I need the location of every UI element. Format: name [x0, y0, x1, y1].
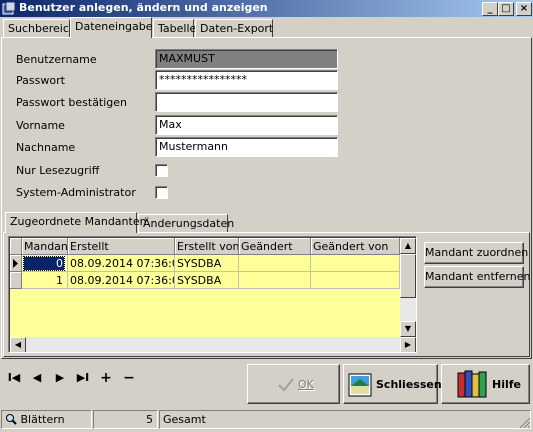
horizontal-scrollbar[interactable]: ◀ ▶ [10, 337, 416, 352]
table-cell-erstellt[interactable]: 08.09.2014 07:36:09 [68, 272, 175, 289]
grid-empty-area [10, 289, 400, 337]
tab-daten-export[interactable]: Daten-Export [195, 19, 273, 38]
table-cell-geaendert-von[interactable] [311, 255, 400, 272]
tab-aenderungsdaten[interactable]: Änderungsdaten [138, 214, 234, 233]
firstname-field[interactable]: Max [155, 115, 338, 135]
username-field: MAXMUST [155, 49, 338, 69]
status-mode-text: Blättern [20, 413, 65, 426]
scrollbar-thumb[interactable] [400, 254, 416, 298]
nav-last-button[interactable]: ▶I [73, 369, 93, 387]
window-title: Benutzer anlegen, ändern und anzeigen [19, 1, 268, 14]
selected-cell-value: 0 [23, 256, 65, 271]
scroll-left-button[interactable]: ◀ [10, 337, 26, 352]
lastname-label: Nachname [16, 141, 76, 154]
tab-tabelle[interactable]: Tabelle [153, 19, 197, 38]
admin-label: System-Administrator [16, 186, 136, 199]
close-label: Schliessen [376, 378, 442, 391]
tab-label: Zugeordnete Mandanten [10, 215, 147, 228]
table-cell-geaendert[interactable] [239, 255, 311, 272]
column-header-erstellt-von[interactable]: Erstellt von [175, 238, 239, 255]
minimize-button[interactable]: _ [482, 2, 498, 16]
password-confirm-field[interactable] [155, 92, 338, 112]
tab-zugeordnete-mandanten[interactable]: Zugeordnete Mandanten [5, 212, 147, 233]
magnifier-icon [6, 414, 17, 425]
scroll-up-button[interactable]: ▲ [400, 238, 416, 254]
exit-door-icon [348, 373, 372, 397]
row-indicator[interactable] [10, 255, 22, 272]
table-cell-mandant[interactable]: 0 [22, 255, 68, 272]
column-header-geaendert[interactable]: Geändert [239, 238, 311, 255]
lastname-field[interactable]: Mustermann [155, 137, 338, 157]
maximize-button[interactable]: □ [498, 2, 514, 16]
vertical-scrollbar[interactable]: ▲ ▼ [400, 238, 416, 337]
tab-label: Änderungsdaten [143, 217, 235, 230]
app-icon [2, 1, 16, 15]
table-cell-erstellt-von[interactable]: SYSDBA [175, 272, 239, 289]
ok-button[interactable]: OK [247, 364, 340, 404]
readonly-label: Nur Lesezugriff [16, 164, 100, 177]
resize-grip-icon[interactable] [519, 417, 531, 429]
nav-delete-button[interactable]: − [119, 369, 139, 387]
nav-next-button[interactable]: ▶ [50, 369, 70, 387]
mandant-grid[interactable]: Mandant Erstellt Erstellt von Geändert G… [8, 236, 417, 353]
tab-label: Tabelle [158, 22, 197, 35]
close-button[interactable]: Schliessen [343, 364, 442, 404]
assign-mandant-button[interactable]: Mandant zuordnen [424, 242, 528, 264]
scroll-right-button[interactable]: ▶ [400, 337, 416, 352]
table-cell-erstellt-von[interactable]: SYSDBA [175, 255, 239, 272]
column-header-geaendert-von[interactable]: Geändert von [311, 238, 400, 255]
help-button[interactable]: Hilfe [441, 364, 530, 404]
remove-mandant-button[interactable]: Mandant entfernen [424, 266, 530, 288]
checkmark-icon [278, 378, 294, 392]
admin-checkbox[interactable] [155, 186, 168, 199]
column-header-erstellt[interactable]: Erstellt [68, 238, 175, 255]
table-cell-geaendert-von[interactable] [311, 272, 400, 289]
help-books-icon [457, 370, 487, 398]
table-cell-geaendert[interactable] [239, 272, 311, 289]
nav-prior-button[interactable]: ◀ [27, 369, 47, 387]
tab-suchbereich[interactable]: Suchbereich [3, 19, 76, 38]
readonly-checkbox[interactable] [155, 164, 168, 177]
title-bar: Benutzer anlegen, ändern und anzeigen _ … [0, 0, 533, 17]
tab-dateneingabe[interactable]: Dateneingabe [70, 17, 153, 38]
close-window-button[interactable]: × [516, 2, 532, 16]
grid-corner [10, 238, 22, 255]
ok-label: OK [298, 378, 314, 391]
column-header-mandant[interactable]: Mandant [22, 238, 68, 255]
tab-label: Daten-Export [200, 22, 274, 35]
status-mode-panel: Blättern [1, 410, 92, 429]
password-confirm-label: Passwort bestätigen [16, 96, 128, 109]
firstname-label: Vorname [16, 119, 65, 132]
row-indicator[interactable] [10, 272, 22, 289]
nav-insert-button[interactable]: + [96, 369, 116, 387]
table-cell-erstellt[interactable]: 08.09.2014 07:36:07 [68, 255, 175, 272]
password-field[interactable]: **************** [155, 70, 338, 90]
password-label: Passwort [16, 74, 65, 87]
current-row-arrow-icon [13, 259, 18, 268]
username-label: Benutzername [16, 53, 97, 66]
help-label: Hilfe [492, 378, 521, 391]
table-cell-mandant[interactable]: 1 [22, 272, 68, 289]
status-scope: Gesamt [159, 410, 531, 429]
status-count: 5 [93, 410, 158, 429]
scroll-down-button[interactable]: ▼ [400, 321, 416, 337]
nav-first-button[interactable]: I◀ [4, 369, 24, 387]
tab-label: Dateneingabe [75, 20, 153, 33]
tab-label: Suchbereich [8, 22, 76, 35]
